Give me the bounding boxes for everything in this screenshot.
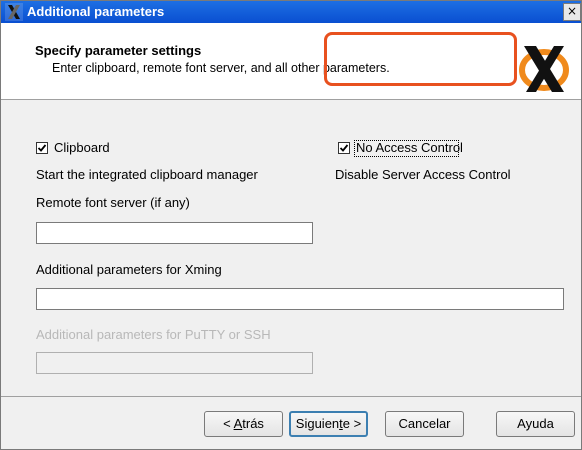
highlight-annotation xyxy=(324,32,517,86)
window-title: Additional parameters xyxy=(27,4,165,19)
title-bar[interactable]: Additional parameters × xyxy=(1,1,581,23)
putty-params-label: Additional parameters for PuTTY or SSH xyxy=(36,327,271,342)
back-button-accelerator: A xyxy=(233,416,243,431)
checkmark-icon xyxy=(37,144,47,152)
font-server-input[interactable] xyxy=(36,222,313,244)
xming-logo-icon xyxy=(5,3,23,21)
checkmark-icon xyxy=(339,144,349,152)
next-button-label-suffix: e > xyxy=(342,416,362,431)
back-button-label-suffix: trás xyxy=(242,416,264,431)
footer-divider xyxy=(1,396,581,397)
no-access-control-checkbox[interactable] xyxy=(338,142,350,154)
clipboard-label[interactable]: Clipboard xyxy=(54,140,110,155)
clipboard-checkbox[interactable] xyxy=(36,142,48,154)
xming-logo-icon xyxy=(519,46,569,92)
focus-indicator xyxy=(354,140,459,157)
help-button[interactable]: Ayuda xyxy=(496,411,575,437)
cancel-button[interactable]: Cancelar xyxy=(385,411,464,437)
clipboard-description: Start the integrated clipboard manager xyxy=(36,167,258,182)
no-access-control-description: Disable Server Access Control xyxy=(335,167,511,182)
back-button-label-prefix: < xyxy=(223,416,234,431)
back-button[interactable]: < Atrás xyxy=(204,411,283,437)
font-server-label: Remote font server (if any) xyxy=(36,195,190,210)
putty-params-input xyxy=(36,352,313,374)
next-button-label-prefix: Siguien xyxy=(295,416,340,431)
next-button[interactable]: Siguiente > xyxy=(289,411,368,437)
header-title: Specify parameter settings xyxy=(35,43,202,58)
cancel-button-label: Cancelar xyxy=(398,416,451,431)
dialog-window: Additional parameters × Specify paramete… xyxy=(0,0,582,450)
close-icon: × xyxy=(566,4,578,18)
help-button-label: Ayuda xyxy=(517,416,554,431)
xming-params-input[interactable] xyxy=(36,288,564,310)
close-button[interactable]: × xyxy=(563,3,581,21)
xming-params-label: Additional parameters for Xming xyxy=(36,262,222,277)
